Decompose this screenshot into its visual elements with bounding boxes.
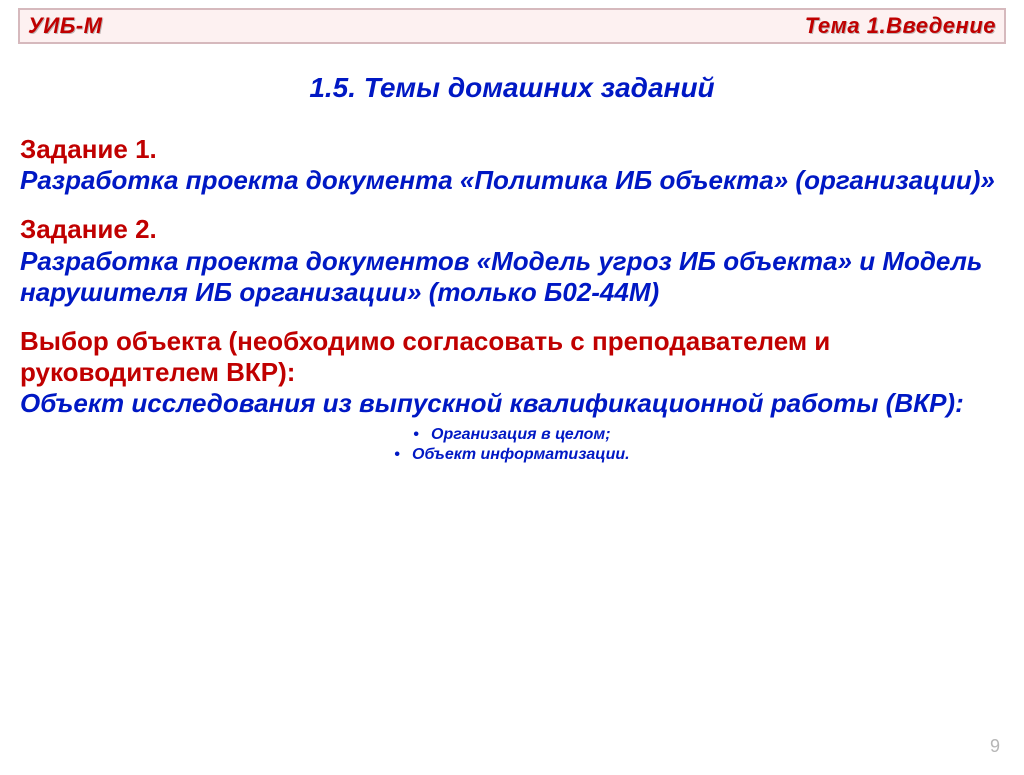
choice-block: Выбор объекта (необходимо согласовать с … <box>20 326 1004 420</box>
bullet-text: Объект информатизации. <box>412 446 630 463</box>
choice-heading: Выбор объекта (необходимо согласовать с … <box>20 326 1004 388</box>
bullet-item: • Объект информатизации. <box>20 446 1004 464</box>
slide-title: 1.5. Темы домашних заданий <box>18 72 1006 104</box>
task-1-heading: Задание 1. <box>20 134 1004 165</box>
task-2-block: Задание 2. Разработка проекта документов… <box>20 214 1004 308</box>
header-bar: УИБ-М Тема 1.Введение <box>18 8 1006 44</box>
task-1-block: Задание 1. Разработка проекта документа … <box>20 134 1004 196</box>
bullet-text: Организация в целом; <box>431 426 611 443</box>
choice-body: Объект исследования из выпускной квалифи… <box>20 388 1004 419</box>
bullet-list: • Организация в целом; • Объект информатиз… <box>20 426 1004 464</box>
bullet-dot-icon: • <box>413 426 419 443</box>
bullet-dot-icon: • <box>394 446 400 463</box>
header-left: УИБ-М <box>28 13 102 39</box>
content-area: Задание 1. Разработка проекта документа … <box>18 134 1006 464</box>
bullet-item: • Организация в целом; <box>20 426 1004 444</box>
task-1-body: Разработка проекта документа «Политика И… <box>20 165 1004 196</box>
task-2-body: Разработка проекта документов «Модель уг… <box>20 246 1004 308</box>
task-2-heading: Задание 2. <box>20 214 1004 245</box>
header-right: Тема 1.Введение <box>805 13 996 39</box>
page-number: 9 <box>990 736 1000 757</box>
slide: УИБ-М Тема 1.Введение 1.5. Темы домашних… <box>0 8 1024 775</box>
